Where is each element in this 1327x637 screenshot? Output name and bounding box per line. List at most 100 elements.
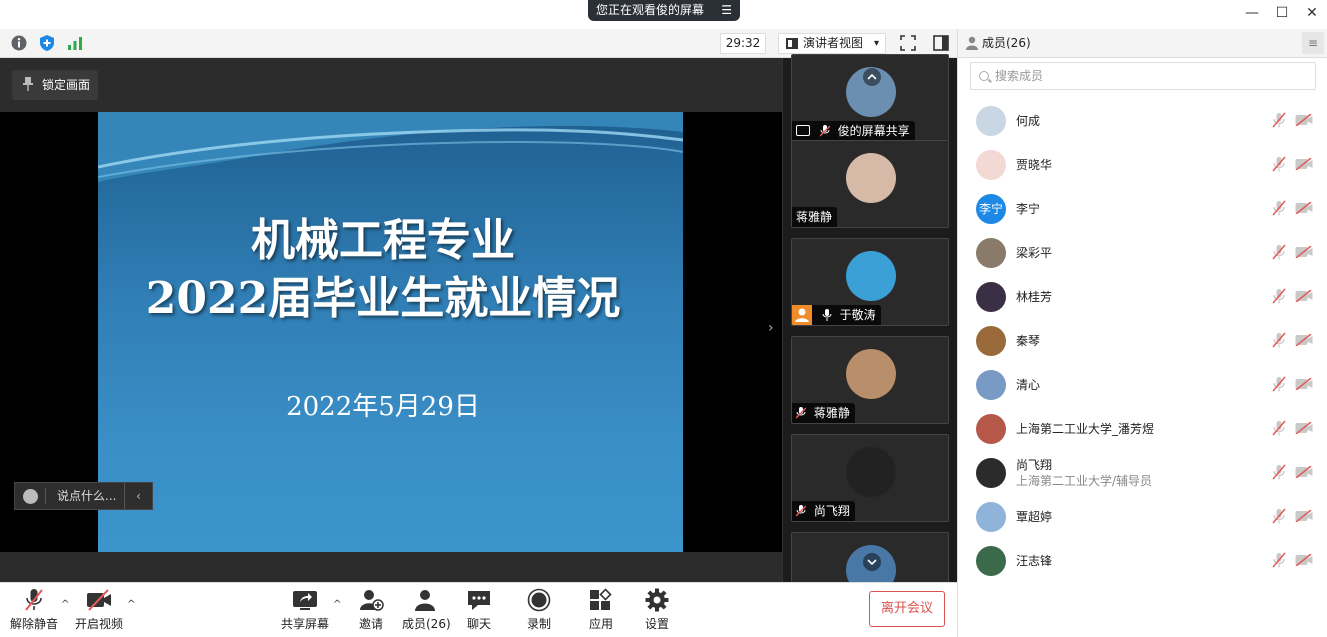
participant-video-strip: 俊的屏幕共享 蒋雅静 于敬涛 蒋雅静 尚飞翔 <box>782 54 957 620</box>
camera-off-icon[interactable] <box>1295 246 1313 258</box>
mic-muted-icon[interactable] <box>1272 332 1286 348</box>
camera-off-icon[interactable] <box>1295 334 1313 346</box>
speaker-view-icon <box>786 38 798 49</box>
video-tile[interactable]: 蒋雅静 <box>791 140 949 228</box>
mic-muted-icon[interactable] <box>1272 244 1286 260</box>
security-shield-icon[interactable] <box>38 34 56 52</box>
video-tile-label: 于敬涛 <box>792 305 881 325</box>
screen-share-notice-text: 您正在观看俊的屏幕 <box>596 3 705 17</box>
members-button[interactable]: 成员(26) <box>402 588 451 632</box>
member-name: 秦琴 <box>1016 334 1041 348</box>
mic-muted-icon[interactable] <box>1272 156 1286 172</box>
share-options-icon[interactable]: ^ <box>333 599 341 610</box>
screen-share-notice[interactable]: 您正在观看俊的屏幕 ☰ <box>588 0 740 21</box>
mic-muted-icon[interactable] <box>1272 420 1286 436</box>
avatar <box>976 458 1006 488</box>
member-row[interactable]: 李宁 李宁 <box>958 186 1327 230</box>
share-menu-icon[interactable]: ☰ <box>721 0 732 21</box>
member-search-input[interactable]: 搜索成员 <box>970 62 1316 90</box>
avatar <box>976 326 1006 356</box>
member-row[interactable]: 覃超婷 <box>958 494 1327 538</box>
unmute-button[interactable]: 解除静音 <box>10 588 58 632</box>
search-icon <box>979 71 989 81</box>
member-name: 清心 <box>1016 378 1041 392</box>
record-button[interactable]: 录制 <box>526 588 552 632</box>
camera-off-icon[interactable] <box>1295 202 1313 214</box>
leave-meeting-button[interactable]: 离开会议 <box>869 591 945 627</box>
member-row[interactable]: 贾晓华 <box>958 142 1327 186</box>
slide-wave-decoration <box>98 112 683 182</box>
screen-share-icon <box>796 125 810 136</box>
meeting-timer: 29:32 <box>720 33 766 54</box>
member-row[interactable]: 梁彩平 <box>958 230 1327 274</box>
audio-options-icon[interactable]: ^ <box>61 599 69 610</box>
member-row[interactable]: 何成 <box>958 98 1327 142</box>
settings-button[interactable]: 设置 <box>644 588 670 632</box>
chat-button[interactable]: 聊天 <box>466 588 492 632</box>
members-panel: 成员(26) ≡ 搜索成员 何成 贾晓华 李宁 李宁 梁彩平 林桂芳 秦琴 清心 上海第二工业大… <box>957 29 1327 637</box>
expand-strip-icon[interactable]: › <box>768 320 774 336</box>
close-button[interactable]: ✕ <box>1302 4 1322 22</box>
fullscreen-icon[interactable] <box>899 34 917 52</box>
start-video-button[interactable]: 开启视频 <box>75 588 123 632</box>
camera-off-icon[interactable] <box>1295 158 1313 170</box>
video-options-icon[interactable]: ^ <box>127 599 135 610</box>
quick-chat-input[interactable]: 说点什么... ‹ <box>14 482 153 510</box>
camera-off-icon[interactable] <box>1295 114 1313 126</box>
person-icon <box>966 36 978 50</box>
minimize-button[interactable]: — <box>1242 4 1262 22</box>
camera-off-icon[interactable] <box>1295 290 1313 302</box>
avatar <box>976 414 1006 444</box>
member-row[interactable]: 清心 <box>958 362 1327 406</box>
maximize-button[interactable]: ☐ <box>1272 4 1292 22</box>
avatar <box>976 282 1006 312</box>
video-tile-label: 蒋雅静 <box>792 403 855 423</box>
video-tile[interactable]: 蒋雅静 <box>791 336 949 424</box>
mic-muted-icon[interactable] <box>1272 112 1286 128</box>
video-tile[interactable]: 尚飞翔 <box>791 434 949 522</box>
info-icon[interactable] <box>10 34 28 52</box>
bottom-control-bar: 解除静音 ^ 开启视频 ^ 共享屏幕 ^ 邀请 成员(26) 聊天 录制 应用 <box>0 582 957 637</box>
mic-muted-icon[interactable] <box>1272 552 1286 568</box>
member-row[interactable]: 尚飞翔 上海第二工业大学/辅导员 <box>958 450 1327 494</box>
mic-muted-icon[interactable] <box>1272 464 1286 480</box>
members-icon <box>415 590 435 611</box>
emoji-icon[interactable] <box>23 489 38 504</box>
share-screen-button[interactable]: 共享屏幕 <box>281 588 329 632</box>
camera-off-icon[interactable] <box>1295 378 1313 390</box>
scroll-down-icon[interactable] <box>862 552 882 572</box>
avatar <box>976 546 1006 576</box>
invite-button[interactable]: 邀请 <box>356 588 386 632</box>
video-tile-host[interactable]: 于敬涛 <box>791 238 949 326</box>
camera-off-icon <box>87 589 111 611</box>
member-row[interactable]: 汪志锋 <box>958 538 1327 582</box>
camera-off-icon[interactable] <box>1295 510 1313 522</box>
member-name: 尚飞翔 <box>1016 458 1053 472</box>
member-row[interactable]: 林桂芳 <box>958 274 1327 318</box>
view-mode-label: 演讲者视图 <box>803 36 864 50</box>
avatar <box>976 106 1006 136</box>
pin-icon <box>23 77 33 91</box>
mic-muted-icon[interactable] <box>1272 508 1286 524</box>
avatar <box>846 349 896 399</box>
view-mode-dropdown[interactable]: 演讲者视图 ▾ <box>778 33 886 54</box>
scroll-up-icon[interactable] <box>862 67 882 87</box>
members-menu-icon[interactable]: ≡ <box>1302 32 1324 54</box>
camera-off-icon[interactable] <box>1295 422 1313 434</box>
apps-button[interactable]: 应用 <box>588 588 614 632</box>
share-screen-icon <box>293 591 317 610</box>
signal-strength-icon[interactable] <box>66 34 84 52</box>
mic-muted-icon[interactable] <box>1272 200 1286 216</box>
lock-view-button[interactable]: 锁定画面 <box>12 70 98 100</box>
avatar <box>976 502 1006 532</box>
collapse-chat-icon[interactable]: ‹ <box>124 483 152 509</box>
camera-off-icon[interactable] <box>1295 554 1313 566</box>
sidebar-toggle-icon[interactable] <box>932 34 950 52</box>
camera-off-icon[interactable] <box>1295 466 1313 478</box>
member-row[interactable]: 秦琴 <box>958 318 1327 362</box>
mic-muted-icon[interactable] <box>1272 376 1286 392</box>
mic-muted-icon[interactable] <box>1272 288 1286 304</box>
mic-muted-icon <box>796 505 806 517</box>
member-row[interactable]: 上海第二工业大学_潘芳煜 <box>958 406 1327 450</box>
host-badge-icon <box>792 305 812 325</box>
